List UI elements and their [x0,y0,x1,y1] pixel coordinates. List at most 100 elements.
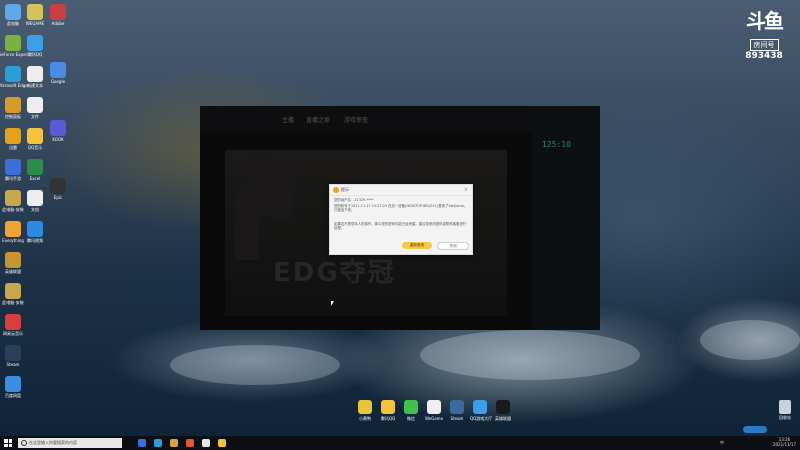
clock-date: 2021/11/17 [772,442,796,447]
dialog-message: 您的帐号于2021-11-17 15:27:29 在另一设备(DESKTOP-8… [334,204,468,213]
recycle-bin-icon [779,400,791,414]
taskbar-app-icon[interactable] [154,439,162,447]
notification-badge [743,426,767,433]
desktop-icon[interactable]: 腾讯QQ [20,35,50,57]
app-icon [27,35,43,51]
desktop-icon-label: Epic [53,195,63,200]
alert-dialog: 提示 × 您的用户名：Z1329-**** 您的帐号于2021-11-17 15… [329,184,473,255]
app-icon [5,190,21,206]
dock-app-icon [427,400,441,414]
nav-tab-home[interactable]: 直播之家 [306,115,330,124]
desktop-icon-label: 网易云音乐 [3,331,23,336]
wallpaper-wave [170,345,340,385]
desktop-icon[interactable]: 文件 [20,97,50,119]
desktop-icon-label: 腾讯视频 [27,238,43,243]
douyu-watermark: 斗鱼 房间号 893438 [734,10,794,61]
dock-item-label: QQ游戏大厅 [470,416,493,421]
taskbar-app-icon[interactable] [218,439,226,447]
taskbar-app-icon[interactable] [186,439,194,447]
dock-item-label: WeGame [424,416,444,421]
app-icon [50,120,66,136]
stream-timer: 125:10 [542,140,571,149]
app-icon [5,314,21,330]
dock-item-label: 腾讯QQ [380,416,396,421]
dock-app-icon [450,400,464,414]
desktop-icon-label: 文档 [31,207,39,212]
app-icon [50,4,66,20]
desktop-dock: 小黄鸭 腾讯QQ 微信 WeGame Steam QQ游戏大厅 英雄联盟 [355,400,515,428]
app-icon [5,221,21,237]
language-indicator[interactable]: 中 [720,440,724,446]
app-icon [27,97,43,113]
desktop: 此电脑GeForce ExperienceMicrosoft Edge控制面板迅… [0,0,800,436]
windows-start-icon[interactable] [4,439,12,447]
desktop-icon[interactable]: 英雄联盟 [0,252,28,274]
desktop-icon[interactable]: 网易云音乐 [0,314,28,336]
taskbar-app-icon[interactable] [170,439,178,447]
dialog-username: 您的用户名：Z1329-**** [334,198,374,202]
poster-title: EDG夺冠 [273,258,396,288]
search-placeholder: 在这里输入你要搜索的内容 [29,440,77,445]
dialog-header: 提示 × [330,185,472,196]
room-label: 房间号 [749,39,779,51]
taskbar-clock[interactable]: 13:26 2021/11/17 [773,437,796,447]
dock-item[interactable]: 微信 [401,400,421,422]
mouse-cursor-icon [331,301,334,306]
desktop-icon[interactable]: Steam [0,345,28,367]
desktop-icon-label: Adobe [51,21,65,26]
dock-app-icon [358,400,372,414]
close-icon[interactable]: × [464,186,468,194]
app-icon [50,62,66,78]
dock-app-icon [473,400,487,414]
desktop-icon-label: QQ音乐 [27,145,43,150]
app-icon [27,66,43,82]
poster-person [273,164,293,218]
close-button[interactable]: 关闭 [437,242,469,250]
app-icon [50,178,66,194]
app-icon [27,128,43,144]
dock-item[interactable]: WeGame [424,400,444,421]
desktop-icon[interactable]: Adobe [43,4,73,26]
dock-item[interactable]: QQ游戏大厅 [470,400,493,422]
app-icon [5,159,21,175]
douyu-logo: 斗鱼 [746,9,784,33]
desktop-icon-label: 百度网盘 [5,393,21,398]
app-icon [27,190,43,206]
nav-tab-anchor[interactable]: 主播 [282,115,294,124]
dock-item-label: 小黄鸭 [359,416,371,421]
app-icon [5,35,21,51]
relogin-button[interactable]: 重新登录 [402,242,432,249]
app-icon [5,345,21,361]
dialog-title: 提示 [341,187,349,192]
room-number: 893438 [745,51,783,61]
desktop-icon[interactable]: 此电脑-安装 [0,283,28,305]
desktop-icon[interactable]: Epic [43,178,73,200]
app-icon [5,128,21,144]
desktop-icon-label: Google [50,79,66,84]
dock-item[interactable]: Steam [447,400,467,421]
desktop-icon[interactable]: 腾讯视频 [20,221,50,243]
taskbar-app-icon[interactable] [138,439,146,447]
dock-item[interactable]: 腾讯QQ [378,400,398,422]
app-icon [5,376,21,392]
app-icon [5,4,21,20]
poster-person [235,190,259,260]
recycle-bin[interactable]: 回收站 [772,400,798,421]
desktop-icon[interactable]: 百度网盘 [0,376,28,398]
dock-item[interactable]: 小黄鸭 [355,400,375,422]
nav-tab-review[interactable]: 游戏审查 [344,115,368,124]
desktop-icon[interactable]: Google [43,62,73,84]
taskbar-app-icon[interactable] [202,439,210,447]
desktop-icon[interactable]: KOOK [43,120,73,142]
desktop-icon-label: 英雄联盟 [5,269,21,274]
desktop-icon-label: 腾讯QQ [27,52,43,57]
dock-item-label: 微信 [407,416,415,421]
app-icon [5,283,21,299]
desktop-icon-label: Steam [6,362,20,367]
taskbar: 在这里输入你要搜索的内容 中 13:26 2021/11/17 [0,436,800,450]
dock-item[interactable]: 英雄联盟 [493,400,513,422]
search-icon [21,440,27,446]
recycle-bin-label: 回收站 [779,415,791,420]
taskbar-search[interactable]: 在这里输入你要搜索的内容 [18,438,122,448]
app-icon [5,66,21,82]
